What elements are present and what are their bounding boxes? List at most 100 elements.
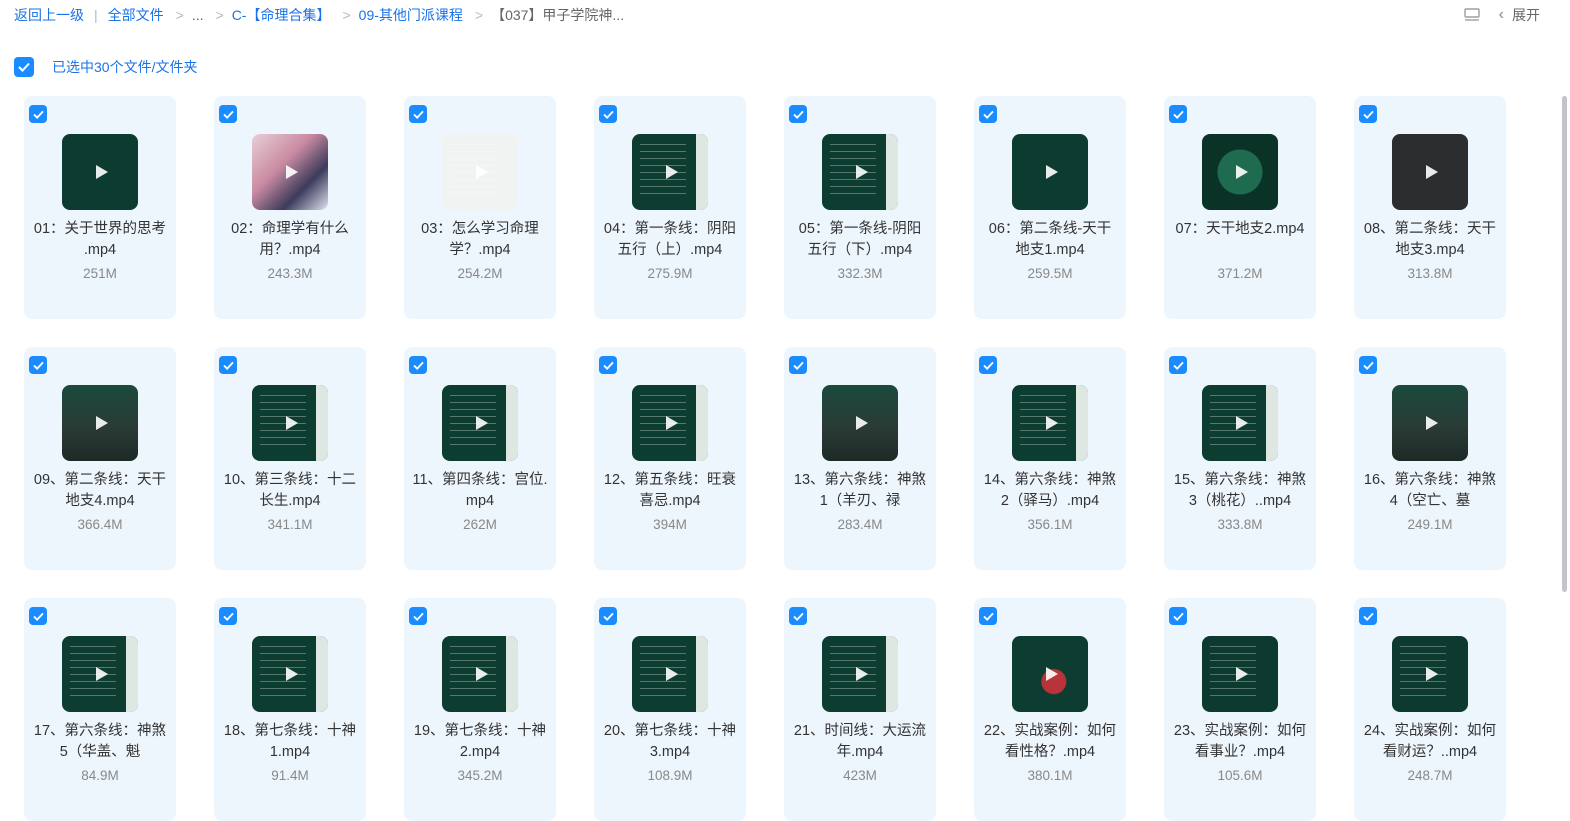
thumbnail-side-panel [1266, 385, 1278, 461]
file-checkbox[interactable] [219, 356, 237, 374]
check-icon [32, 110, 44, 119]
file-size: 366.4M [77, 517, 123, 532]
file-card[interactable]: 04：第一条线：阴阳五行（上）.mp4 275.9M [594, 96, 746, 319]
file-card[interactable]: 17、第六条线：神煞5（华盖、魁 84.9M [24, 598, 176, 821]
video-thumbnail[interactable] [442, 134, 518, 210]
file-card[interactable]: 12、第五条线：旺衰喜忌.mp4 394M [594, 347, 746, 570]
file-checkbox[interactable] [219, 105, 237, 123]
file-checkbox[interactable] [409, 105, 427, 123]
file-checkbox[interactable] [599, 607, 617, 625]
thumbnail-text-lines [1210, 395, 1256, 451]
chevron-right-icon: > [175, 7, 184, 23]
file-checkbox[interactable] [29, 105, 47, 123]
file-card[interactable]: 05：第一条线-阴阳五行（下）.mp4 332.3M [784, 96, 936, 319]
file-card[interactable]: 23、实战案例：如何看事业？.mp4 105.6M [1164, 598, 1316, 821]
file-card[interactable]: 06：第二条线-天干地支1.mp4 259.5M [974, 96, 1126, 319]
file-size: 333.8M [1217, 517, 1263, 532]
file-card[interactable]: 03：怎么学习命理学？.mp4 254.2M [404, 96, 556, 319]
video-thumbnail[interactable] [1202, 636, 1278, 712]
video-thumbnail[interactable] [1012, 134, 1088, 210]
file-checkbox[interactable] [409, 356, 427, 374]
file-size: 108.9M [647, 768, 693, 783]
file-card[interactable]: 22、实战案例：如何看性格？.mp4 380.1M [974, 598, 1126, 821]
file-card[interactable]: 14、第六条线：神煞2（驿马）.mp4 356.1M [974, 347, 1126, 570]
file-name: 22、实战案例：如何看性格？.mp4 [983, 723, 1117, 760]
file-checkbox[interactable] [599, 105, 617, 123]
check-icon [222, 110, 234, 119]
file-card[interactable]: 13、第六条线：神煞1（羊刃、禄 283.4M [784, 347, 936, 570]
vertical-scrollbar[interactable] [1562, 96, 1567, 592]
file-card[interactable]: 19、第七条线：十神2.mp4 345.2M [404, 598, 556, 821]
file-checkbox[interactable] [219, 607, 237, 625]
file-card[interactable]: 10、第三条线：十二长生.mp4 341.1M [214, 347, 366, 570]
video-thumbnail[interactable] [252, 385, 328, 461]
file-card[interactable]: 09、第二条线：天干地支4.mp4 366.4M [24, 347, 176, 570]
breadcrumb-folder-c[interactable]: C-【命理合集】 [232, 5, 331, 25]
video-thumbnail[interactable] [62, 385, 138, 461]
file-card[interactable]: 15、第六条线：神煞3（桃花）..mp4 333.8M [1164, 347, 1316, 570]
file-checkbox[interactable] [1169, 105, 1187, 123]
breadcrumb-all-files[interactable]: 全部文件 [108, 5, 164, 25]
video-thumbnail[interactable] [632, 385, 708, 461]
file-checkbox[interactable] [1359, 356, 1377, 374]
file-card[interactable]: 01：关于世界的思考 .mp4 251M [24, 96, 176, 319]
file-checkbox[interactable] [979, 607, 997, 625]
file-card[interactable]: 16、第六条线：神煞4（空亡、墓 249.1M [1354, 347, 1506, 570]
file-size: 283.4M [837, 517, 883, 532]
expand-button[interactable]: ‹ 展开 [1499, 5, 1540, 25]
video-thumbnail[interactable] [252, 636, 328, 712]
video-thumbnail[interactable] [1202, 134, 1278, 210]
file-name: 16、第六条线：神煞4（空亡、墓 [1363, 472, 1497, 509]
file-checkbox[interactable] [29, 356, 47, 374]
file-checkbox[interactable] [1169, 607, 1187, 625]
thumbnail-side-panel [126, 636, 138, 712]
file-checkbox[interactable] [1359, 105, 1377, 123]
video-thumbnail[interactable] [1012, 636, 1088, 712]
video-thumbnail[interactable] [1392, 385, 1468, 461]
breadcrumb-folder-09[interactable]: 09-其他门派课程 [359, 5, 463, 25]
file-checkbox[interactable] [29, 607, 47, 625]
file-card[interactable]: 02：命理学有什么用？.mp4 243.3M [214, 96, 366, 319]
file-checkbox[interactable] [979, 105, 997, 123]
video-thumbnail[interactable] [632, 134, 708, 210]
file-card[interactable]: 07：天干地支2.mp4 371.2M [1164, 96, 1316, 319]
video-thumbnail[interactable] [822, 385, 898, 461]
file-size: 251M [83, 266, 117, 281]
video-thumbnail[interactable] [1392, 636, 1468, 712]
file-card[interactable]: 24、实战案例：如何看财运？..mp4 248.7M [1354, 598, 1506, 821]
video-thumbnail[interactable] [442, 636, 518, 712]
file-card[interactable]: 20、第七条线：十神3.mp4 108.9M [594, 598, 746, 821]
file-name: 07：天干地支2.mp4 [1175, 221, 1305, 237]
file-name: 11、第四条线：宫位.mp4 [412, 472, 548, 509]
back-link[interactable]: 返回上一级 [14, 5, 84, 25]
file-name: 21、时间线：大运流年.mp4 [793, 723, 927, 760]
thumbnail-text-lines [450, 646, 496, 702]
video-thumbnail[interactable] [1392, 134, 1468, 210]
thumbnail-side-panel [506, 636, 518, 712]
file-card[interactable]: 18、第七条线：十神1.mp4 91.4M [214, 598, 366, 821]
file-checkbox[interactable] [789, 356, 807, 374]
file-checkbox[interactable] [979, 356, 997, 374]
file-card[interactable]: 11、第四条线：宫位.mp4 262M [404, 347, 556, 570]
file-checkbox[interactable] [409, 607, 427, 625]
video-thumbnail[interactable] [1012, 385, 1088, 461]
video-thumbnail[interactable] [632, 636, 708, 712]
video-thumbnail[interactable] [822, 636, 898, 712]
select-all-checkbox[interactable] [14, 57, 34, 77]
list-view-icon[interactable] [1463, 8, 1481, 22]
file-checkbox[interactable] [1359, 607, 1377, 625]
video-thumbnail[interactable] [1202, 385, 1278, 461]
breadcrumb-ellipsis[interactable]: ... [192, 7, 204, 23]
video-thumbnail[interactable] [62, 134, 138, 210]
video-thumbnail[interactable] [442, 385, 518, 461]
file-card[interactable]: 08、第二条线：天干地支3.mp4 313.8M [1354, 96, 1506, 319]
video-thumbnail[interactable] [822, 134, 898, 210]
video-thumbnail[interactable] [252, 134, 328, 210]
file-card[interactable]: 21、时间线：大运流年.mp4 423M [784, 598, 936, 821]
file-checkbox[interactable] [1169, 356, 1187, 374]
file-checkbox[interactable] [789, 607, 807, 625]
file-checkbox[interactable] [789, 105, 807, 123]
video-thumbnail[interactable] [62, 636, 138, 712]
check-icon [412, 612, 424, 621]
file-checkbox[interactable] [599, 356, 617, 374]
